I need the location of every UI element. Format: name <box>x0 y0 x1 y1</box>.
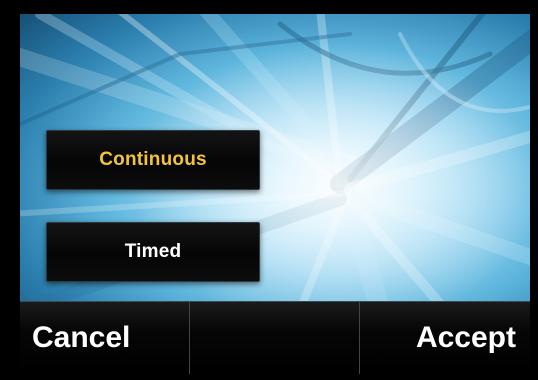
device-bezel: Continuous Timed Cancel Accept <box>0 0 538 380</box>
softkey-bar: Cancel Accept <box>20 301 530 374</box>
touch-screen: Continuous Timed Cancel Accept <box>20 14 530 374</box>
continuous-option-button[interactable]: Continuous <box>46 130 260 190</box>
accept-softkey[interactable]: Accept <box>360 302 530 374</box>
cancel-softkey[interactable]: Cancel <box>20 302 190 374</box>
timed-option-button[interactable]: Timed <box>46 222 260 282</box>
middle-softkey[interactable] <box>190 302 360 374</box>
